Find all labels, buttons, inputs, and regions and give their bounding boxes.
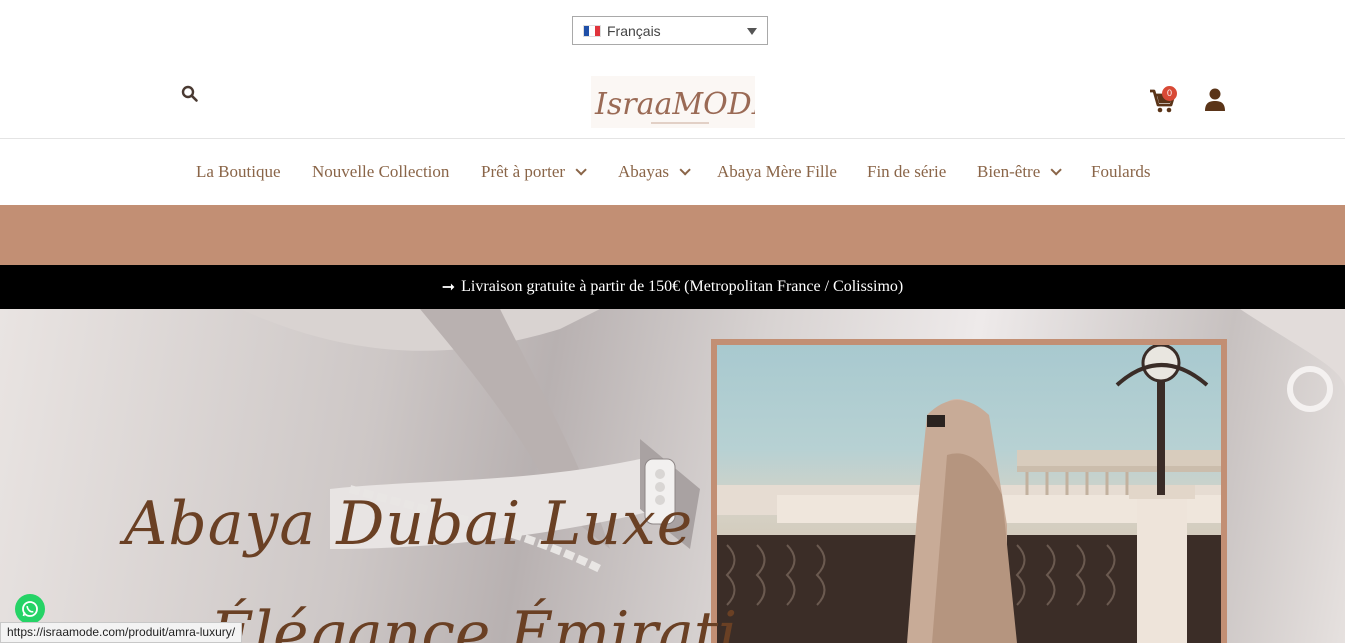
nav-item-label: Abaya Mère Fille <box>717 162 837 181</box>
nav-item-label: Bien-être <box>977 162 1041 181</box>
user-icon[interactable] <box>1205 88 1225 112</box>
logo-mark-icon: IsraaMODE <box>591 76 755 128</box>
chevron-down-icon <box>575 164 587 176</box>
arrow-right-icon: ➞ <box>441 279 456 296</box>
hero-photo-frame <box>711 339 1227 643</box>
model-photo-image <box>717 345 1221 643</box>
nav-item-bien-etre[interactable]: Bien-être <box>977 162 1063 182</box>
language-selector[interactable]: Français <box>572 16 768 45</box>
nav-item-pret-a-porter[interactable]: Prêt à porter <box>481 162 587 182</box>
search-icon[interactable] <box>181 85 199 103</box>
promo-text: Livraison gratuite à partir de 150€ (Met… <box>461 278 904 295</box>
cart-count-badge: 0 <box>1162 86 1177 101</box>
hero-banner: Abaya Dubai Luxe Élégance Émirati <box>0 309 1345 643</box>
nav-item-foulards[interactable]: Foulards <box>1091 162 1151 182</box>
whatsapp-icon <box>22 601 38 617</box>
promo-bar: ➞ Livraison gratuite à partir de 150€ (M… <box>0 265 1345 309</box>
nav-item-label: Abayas <box>618 162 669 181</box>
fr-flag-icon <box>583 24 601 37</box>
hero-title: Abaya Dubai Luxe <box>124 489 694 559</box>
svg-text:IsraaMODE: IsraaMODE <box>594 87 755 122</box>
chevron-down-icon <box>1050 164 1063 176</box>
hero-product-photo[interactable] <box>717 345 1221 643</box>
nav-item-label: Fin de série <box>867 162 947 181</box>
nav-item-abaya-mere-fille[interactable]: Abaya Mère Fille <box>717 162 837 182</box>
chevron-down-icon <box>747 28 757 35</box>
nav-item-nouvelle-collection[interactable]: Nouvelle Collection <box>312 162 449 182</box>
decorative-band <box>0 205 1345 265</box>
status-bar-url: https://israamode.com/produit/amra-luxur… <box>0 622 243 643</box>
nav-item-label: La Boutique <box>196 162 281 181</box>
nav-item-la-boutique[interactable]: La Boutique <box>196 162 281 182</box>
site-logo[interactable]: IsraaMODE <box>591 76 755 128</box>
language-selector-value: Français <box>607 22 661 39</box>
nav-item-label: Nouvelle Collection <box>312 162 450 181</box>
nav-item-fin-de-serie[interactable]: Fin de série <box>867 162 946 182</box>
whatsapp-chat-button[interactable] <box>15 594 45 624</box>
nav-item-label: Foulards <box>1091 162 1151 181</box>
hero-subtitle: Élégance Émirati <box>210 599 738 643</box>
nav-item-abayas[interactable]: Abayas <box>618 162 691 182</box>
nav-item-label: Prêt à porter <box>481 162 566 181</box>
chevron-down-icon <box>679 164 691 176</box>
main-nav: La Boutique Nouvelle Collection Prêt à p… <box>0 139 1345 205</box>
